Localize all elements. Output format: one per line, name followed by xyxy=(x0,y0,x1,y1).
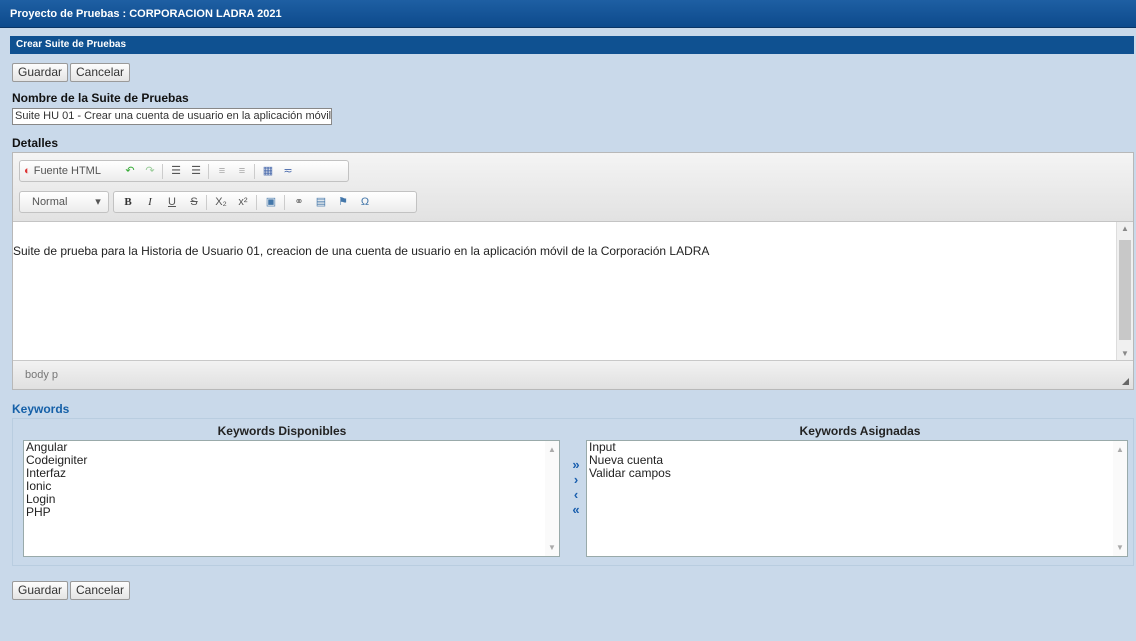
move-all-left-icon[interactable]: « xyxy=(569,503,583,517)
superscript-button[interactable]: x² xyxy=(234,194,252,210)
italic-button[interactable]: I xyxy=(142,194,158,210)
available-list-scrollbar[interactable]: ▲ ▼ xyxy=(545,441,559,556)
assigned-keywords-list[interactable]: Input Nueva cuenta Validar campos ▲ ▼ xyxy=(586,440,1128,557)
horizontal-rule-icon[interactable]: ≂ xyxy=(280,163,296,179)
cancel-button-top[interactable]: Cancelar xyxy=(70,63,131,82)
scroll-down-icon[interactable]: ▼ xyxy=(1117,349,1133,358)
editor-scrollbar[interactable]: ▲ ▼ xyxy=(1116,222,1133,360)
save-button-top[interactable]: Guardar xyxy=(12,63,69,82)
editor-status-path: body p xyxy=(13,360,1133,389)
assigned-list-scrollbar[interactable]: ▲ ▼ xyxy=(1113,441,1127,556)
unlink-icon[interactable]: ▤ xyxy=(312,194,330,210)
keywords-label: Keywords xyxy=(12,402,70,416)
list-item[interactable]: Input xyxy=(587,441,1127,454)
available-keywords-list[interactable]: Angular Codeigniter Interfaz Ionic Login… xyxy=(23,440,560,557)
scroll-up-icon[interactable]: ▲ xyxy=(1113,445,1127,454)
move-left-icon[interactable]: ‹ xyxy=(569,488,583,502)
editor-content[interactable]: Suite de prueba para la Historia de Usua… xyxy=(13,222,1117,360)
chevron-down-icon: ▾ xyxy=(95,196,101,208)
list-item[interactable]: Login xyxy=(24,493,559,506)
list-item[interactable]: Interfaz xyxy=(24,467,559,480)
table-icon[interactable]: ▦ xyxy=(260,163,276,179)
list-item[interactable]: PHP xyxy=(24,506,559,519)
scroll-down-icon[interactable]: ▼ xyxy=(1113,543,1127,552)
suite-name-input[interactable]: Suite HU 01 - Crear una cuenta de usuari… xyxy=(12,108,332,125)
scroll-up-icon[interactable]: ▲ xyxy=(1117,224,1133,233)
cancel-button-bottom[interactable]: Cancelar xyxy=(70,581,131,600)
toolbar-group-2: B I U S X₂ x² ▣ ⚭ ▤ ⚑ Ω xyxy=(113,191,417,213)
section-title: Crear Suite de Pruebas xyxy=(10,36,1134,54)
available-keywords-header: Keywords Disponibles xyxy=(217,424,347,438)
resize-handle-icon[interactable] xyxy=(1122,378,1129,385)
ordered-list-icon[interactable]: ☰ xyxy=(168,163,184,179)
anchor-icon[interactable]: ⚑ xyxy=(334,194,352,210)
scroll-thumb[interactable] xyxy=(1119,240,1131,340)
scroll-down-icon[interactable]: ▼ xyxy=(545,543,559,552)
special-char-button[interactable]: Ω xyxy=(356,194,374,210)
link-icon[interactable]: ⚭ xyxy=(290,194,308,210)
indent-icon[interactable]: ≡ xyxy=(234,163,250,179)
editor-toolbar: ◐ Fuente HTML ↶ ↷ ☰ ☰ ≡ ≡ ▦ ≂ Normal ▾ B… xyxy=(13,153,1133,222)
subscript-button[interactable]: X₂ xyxy=(212,194,230,210)
save-button-bottom[interactable]: Guardar xyxy=(12,581,69,600)
undo-icon[interactable]: ↶ xyxy=(122,163,138,179)
html-source-icon: ◐ xyxy=(24,165,31,177)
source-button[interactable]: ◐ Fuente HTML xyxy=(24,163,112,179)
move-right-icon[interactable]: › xyxy=(569,473,583,487)
source-label: Fuente HTML xyxy=(33,165,101,177)
outdent-icon[interactable]: ≡ xyxy=(214,163,230,179)
underline-button[interactable]: U xyxy=(164,194,180,210)
format-dropdown[interactable]: Normal ▾ xyxy=(19,191,109,213)
rich-text-editor: ◐ Fuente HTML ↶ ↷ ☰ ☰ ≡ ≡ ▦ ≂ Normal ▾ B… xyxy=(12,152,1134,390)
toolbar-group-1: ◐ Fuente HTML ↶ ↷ ☰ ☰ ≡ ≡ ▦ ≂ xyxy=(19,160,349,182)
list-item[interactable]: Validar campos xyxy=(587,467,1127,480)
window-title: Proyecto de Pruebas : CORPORACION LADRA … xyxy=(0,0,1136,28)
bold-button[interactable]: B xyxy=(120,194,136,210)
details-label: Detalles xyxy=(12,136,59,150)
redo-icon[interactable]: ↷ xyxy=(142,163,158,179)
strikethrough-button[interactable]: S xyxy=(186,194,202,210)
list-item[interactable]: Ionic xyxy=(24,480,559,493)
bulleted-list-icon[interactable]: ☰ xyxy=(188,163,204,179)
scroll-up-icon[interactable]: ▲ xyxy=(545,445,559,454)
suite-name-label: Nombre de la Suite de Pruebas xyxy=(12,91,189,105)
move-all-right-icon[interactable]: » xyxy=(569,458,583,472)
image-icon[interactable]: ▣ xyxy=(262,194,280,210)
format-value: Normal xyxy=(32,196,68,208)
list-item[interactable]: Codeigniter xyxy=(24,454,559,467)
assigned-keywords-header: Keywords Asignadas xyxy=(799,424,921,438)
list-item[interactable]: Angular xyxy=(24,441,559,454)
